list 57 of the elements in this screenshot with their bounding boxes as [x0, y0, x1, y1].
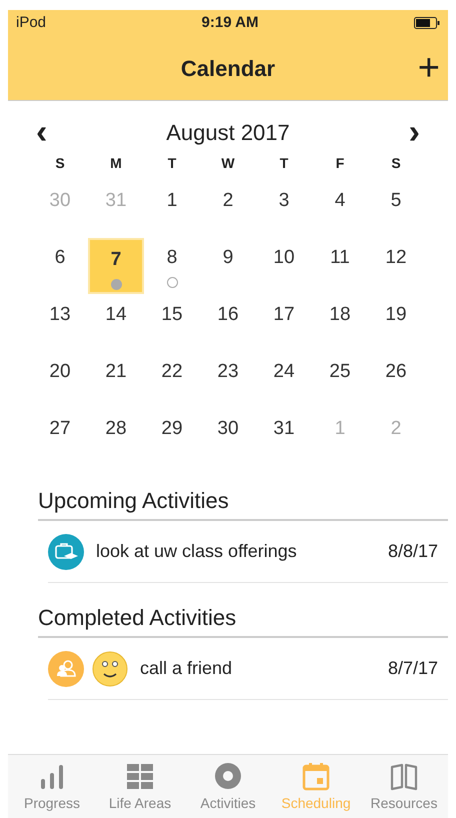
weekday-label: S — [54, 154, 66, 173]
section-heading: Completed Activities — [38, 601, 448, 638]
weekday-label: W — [220, 154, 236, 173]
activity-date: 8/8/17 — [388, 540, 438, 563]
day-cell[interactable]: 19 — [368, 295, 424, 351]
day-cell[interactable]: 2 — [200, 181, 256, 237]
day-cell[interactable]: 8 — [144, 238, 200, 294]
day-cell[interactable]: 7 — [88, 238, 144, 294]
day-cell[interactable]: 1 — [144, 181, 200, 237]
activity-name: look at uw class offerings — [96, 540, 297, 563]
day-cell[interactable]: 26 — [368, 352, 424, 408]
calendar-icon — [301, 761, 331, 791]
next-month-button[interactable]: › — [402, 115, 426, 149]
previous-month-button[interactable]: ‹ — [30, 115, 54, 149]
clock-time: 9:19 AM — [202, 12, 258, 33]
day-cell[interactable]: 14 — [88, 295, 144, 351]
day-cell[interactable]: 31 — [256, 409, 312, 465]
weekday-label: T — [278, 154, 290, 173]
weekday-label: M — [109, 154, 123, 173]
month-title: August 2017 — [166, 118, 290, 147]
day-cell[interactable]: 10 — [256, 238, 312, 294]
day-cell[interactable]: 3 — [256, 181, 312, 237]
book-icon — [389, 761, 419, 791]
smiley-icon — [92, 650, 128, 686]
ring-icon — [213, 761, 243, 791]
day-cell[interactable]: 28 — [88, 409, 144, 465]
section-heading: Upcoming Activities — [38, 484, 448, 521]
grid-icon — [125, 761, 155, 791]
weekday-label: S — [390, 154, 402, 173]
battery-icon — [414, 17, 440, 29]
day-cell[interactable]: 20 — [32, 352, 88, 408]
day-cell[interactable]: 27 — [32, 409, 88, 465]
activity-date: 8/7/17 — [388, 657, 438, 680]
day-cell[interactable]: 17 — [256, 295, 312, 351]
day-cell[interactable]: 13 — [32, 295, 88, 351]
day-cell[interactable]: 25 — [312, 352, 368, 408]
day-cell[interactable]: 16 — [200, 295, 256, 351]
screen-title: Calendar — [180, 54, 276, 82]
day-cell[interactable]: 5 — [368, 181, 424, 237]
day-cell[interactable]: 30 — [200, 409, 256, 465]
day-cell[interactable]: 11 — [312, 238, 368, 294]
day-cell[interactable]: 9 — [200, 238, 256, 294]
day-cell[interactable]: 22 — [144, 352, 200, 408]
day-cell[interactable]: 12 — [368, 238, 424, 294]
day-cell[interactable]: 4 — [312, 181, 368, 237]
day-cell[interactable]: 21 — [88, 352, 144, 408]
day-cell[interactable]: 6 — [32, 238, 88, 294]
day-cell[interactable]: 24 — [256, 352, 312, 408]
activity-name: call a friend — [140, 657, 232, 680]
day-cell[interactable]: 15 — [144, 295, 200, 351]
day-cell[interactable]: 18 — [312, 295, 368, 351]
carrier-label: iPod — [16, 12, 46, 33]
weekday-label: T — [166, 154, 178, 173]
add-button[interactable]: + — [418, 49, 440, 87]
day-cell[interactable]: 23 — [200, 352, 256, 408]
day-cell[interactable]: 29 — [144, 409, 200, 465]
weekday-label: F — [334, 154, 346, 173]
